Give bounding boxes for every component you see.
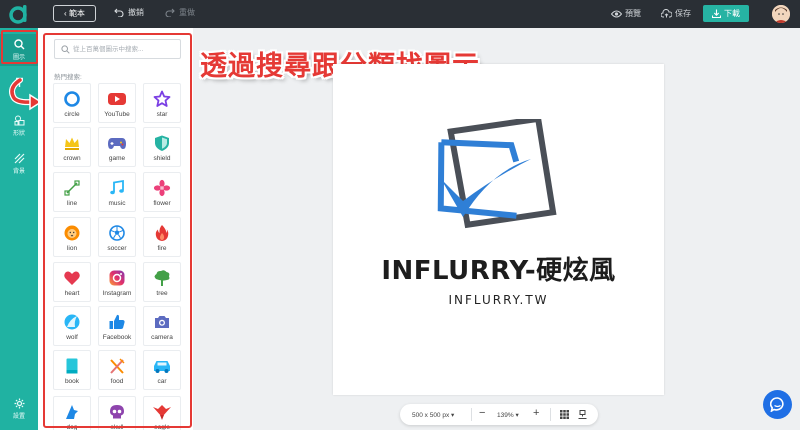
zoom-toolbar: 500 x 500 px ▾ − 139% ▾ + — [400, 404, 598, 425]
domain-text[interactable]: INFLURRY.TW — [333, 293, 664, 307]
user-avatar[interactable] — [772, 5, 790, 23]
download-icon — [711, 9, 722, 19]
redo-icon — [165, 8, 175, 18]
sidebar-item-label: 背景 — [12, 169, 25, 175]
eye-icon — [610, 10, 623, 18]
zoom-out-button[interactable]: − — [479, 407, 485, 419]
divider — [550, 408, 551, 421]
app-logo-icon[interactable] — [8, 4, 28, 24]
shapes-icon — [14, 115, 24, 126]
sidebar-highlight-box — [1, 30, 38, 64]
caret-down-icon: ▾ — [515, 412, 519, 419]
background-icon — [14, 153, 24, 164]
back-to-templates-button[interactable]: ‹ 範本 — [53, 5, 96, 22]
divider — [471, 408, 472, 421]
back-label: 範本 — [68, 9, 85, 18]
preview-label: 預覽 — [625, 9, 641, 18]
checkmark-logo-graphic[interactable] — [435, 119, 565, 231]
gear-icon — [14, 398, 24, 409]
icon-panel-highlight-box — [43, 33, 192, 428]
download-label: 下載 — [724, 9, 740, 18]
undo-button[interactable]: 撤銷 — [114, 7, 144, 18]
download-button[interactable]: 下載 — [703, 5, 749, 22]
sidebar-item-shapes[interactable]: 形狀 — [0, 110, 38, 142]
zoom-level-value: 139% — [497, 412, 514, 419]
avatar-face-icon — [772, 5, 790, 23]
sidebar-item-settings[interactable]: 設置 — [0, 393, 38, 425]
undo-label: 撤銷 — [128, 8, 144, 17]
redo-button[interactable]: 重做 — [165, 7, 195, 18]
save-button[interactable]: 保存 — [660, 8, 691, 19]
caret-down-icon: ▾ — [451, 412, 455, 419]
chat-bubble-icon — [770, 397, 784, 412]
cloud-upload-icon — [660, 8, 673, 18]
undo-icon — [114, 8, 124, 18]
save-label: 保存 — [675, 9, 691, 18]
sidebar-item-label: 形狀 — [12, 131, 25, 137]
design-canvas[interactable]: INFLURRY-硬炫風 INFLURRY.TW — [333, 64, 664, 395]
preview-button[interactable]: 預覽 — [610, 8, 641, 19]
sidebar-item-background[interactable]: 背景 — [0, 148, 38, 180]
sidebar-item-label: 設置 — [12, 414, 25, 420]
brand-name-text[interactable]: INFLURRY-硬炫風 — [333, 250, 664, 287]
top-bar: ‹ 範本 撤銷 重做 預覽 保存 下載 — [0, 0, 800, 28]
redo-label: 重做 — [179, 8, 195, 17]
zoom-in-button[interactable]: + — [533, 407, 539, 419]
fit-to-screen-icon[interactable] — [578, 410, 587, 419]
help-chat-button[interactable] — [763, 390, 792, 419]
zoom-level-dropdown[interactable]: 139% ▾ — [497, 411, 519, 419]
canvas-size-value: 500 x 500 px — [412, 412, 450, 419]
grid-icon[interactable] — [560, 410, 569, 419]
canvas-size-dropdown[interactable]: 500 x 500 px ▾ — [412, 411, 454, 419]
